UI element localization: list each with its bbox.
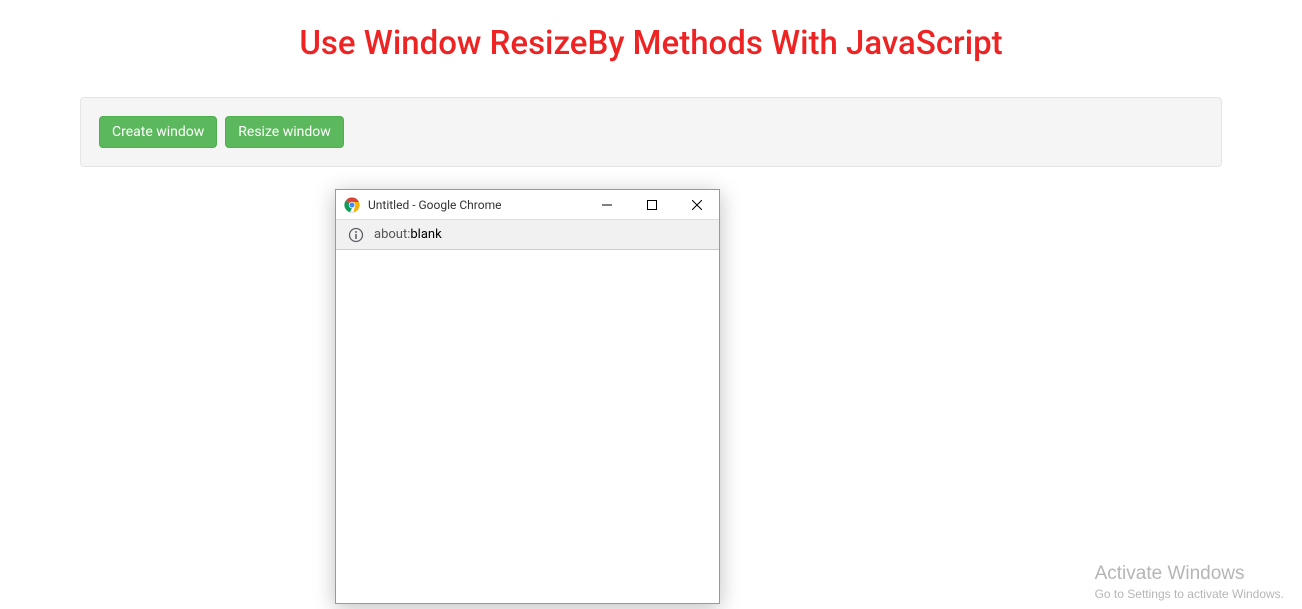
popup-titlebar[interactable]: Untitled - Google Chrome — [336, 190, 719, 220]
watermark-subtitle: Go to Settings to activate Windows. — [1095, 587, 1284, 601]
address-bar[interactable]: about:blank — [336, 220, 719, 250]
button-panel: Create window Resize window — [80, 97, 1222, 167]
chrome-icon — [344, 197, 360, 213]
minimize-button[interactable] — [584, 190, 629, 219]
close-button[interactable] — [674, 190, 719, 219]
maximize-button[interactable] — [629, 190, 674, 219]
popup-content — [336, 250, 719, 603]
info-icon — [348, 227, 364, 243]
resize-window-button[interactable]: Resize window — [225, 116, 343, 148]
windows-activation-watermark: Activate Windows Go to Settings to activ… — [1095, 563, 1284, 601]
watermark-title: Activate Windows — [1095, 563, 1284, 585]
popup-window: Untitled - Google Chrome about:blank — [335, 189, 720, 604]
page-title: Use Window ResizeBy Methods With JavaScr… — [0, 0, 1302, 81]
url-prefix: about: — [374, 227, 410, 242]
url-path: blank — [410, 227, 441, 242]
window-controls — [584, 190, 719, 219]
popup-window-title: Untitled - Google Chrome — [368, 198, 584, 212]
create-window-button[interactable]: Create window — [99, 116, 217, 148]
url-text: about:blank — [374, 227, 442, 242]
